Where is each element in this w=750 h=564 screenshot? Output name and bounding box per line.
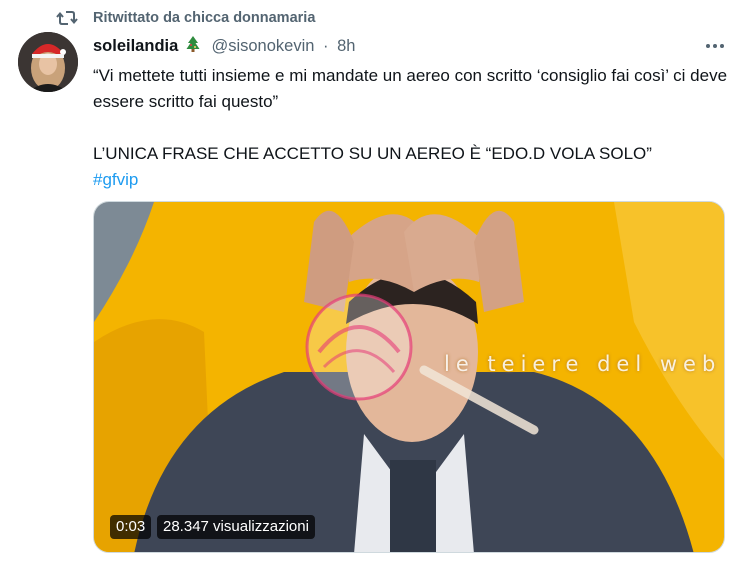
video-player[interactable]: le teiere del web 0:03 28.347 visualizza… [93,201,725,553]
display-name[interactable]: soleilandia [93,37,178,55]
retweeted-by-link[interactable]: Ritwittato da chicca donnamaria [93,10,315,26]
more-icon-dot [713,44,717,48]
watermark-text: le teiere del web [444,352,722,376]
tweet-timestamp[interactable]: 8h [337,37,355,55]
more-icon-dot [720,44,724,48]
tweet-text: “Vi mettete tutti insieme e mi mandate u… [93,63,733,193]
retweet-context: Ritwittato da chicca donnamaria [0,8,750,28]
tweet-header: soleilandia @sisonokevin · 8h [93,35,355,57]
author-handle[interactable]: @sisonokevin [211,37,314,55]
separator-dot: · [323,37,329,55]
tweet-text-caption: L’UNICA FRASE CHE ACCETTO SU UN AEREO È … [93,144,652,163]
christmas-tree-icon [185,35,201,58]
video-duration: 0:03 [110,515,152,539]
hashtag-link[interactable]: #gfvip [93,170,138,189]
tweet-text-quote: “Vi mettete tutti insieme e mi mandate u… [93,66,728,111]
more-options-button[interactable] [698,34,732,58]
more-icon [706,44,710,48]
avatar[interactable] [18,32,78,92]
video-views: 28.347 visualizzazioni [157,515,315,539]
retweet-icon [56,8,78,28]
watermark-logo [305,293,413,401]
